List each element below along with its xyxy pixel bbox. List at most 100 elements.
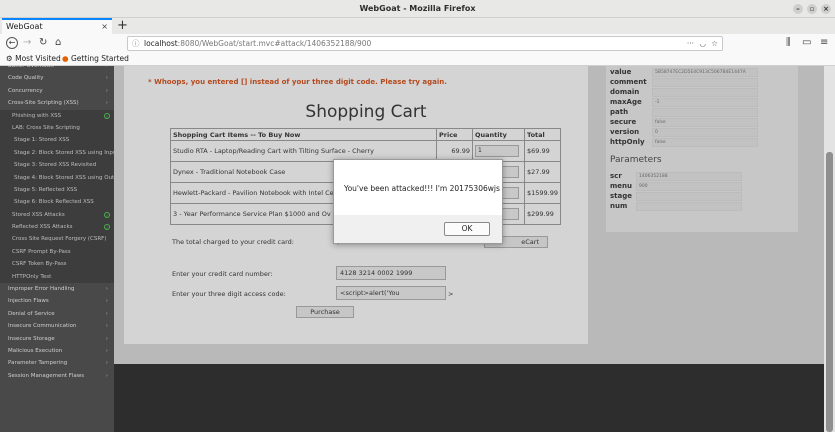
sidebar-item[interactable]: Reflected XSS Attacks ✓ (0, 221, 114, 234)
cookie-value (652, 88, 758, 97)
url-host: localhost (144, 39, 178, 48)
page-scrollbar[interactable] (824, 66, 835, 432)
sidebar-item[interactable]: CSRF Prompt By-Pass (0, 245, 114, 259)
address-bar[interactable]: ⓘ localhost:8080/WebGoat/start.mvc#attac… (127, 36, 723, 51)
item-total: $1599.99 (523, 182, 562, 204)
maximize-icon[interactable]: ▫ (807, 4, 817, 14)
scrollbar-thumb[interactable] (826, 152, 833, 432)
sidebar-item[interactable]: Improper Error Handling › (0, 283, 114, 295)
error-message: * Whoops, you entered [] instead of your… (148, 78, 447, 86)
new-tab-icon[interactable]: + (117, 18, 128, 33)
reload-icon[interactable]: ↻ (39, 37, 47, 49)
lesson-sidebar: Buffer Overflows › Code Quality › Concurrenc… (0, 66, 114, 432)
access-code-label: Enter your three digit access code: (172, 290, 286, 298)
param-key: num (610, 202, 628, 210)
home-icon[interactable]: ⌂ (55, 37, 61, 49)
ok-button[interactable]: OK (444, 222, 490, 236)
minimize-icon[interactable]: – (793, 4, 803, 14)
quantity-input[interactable]: 1 (475, 145, 519, 157)
sidebar-item[interactable]: Phishing with XSS ✓ (0, 109, 114, 122)
sidebar-item-label: Stage 2: Block Stored XSS using Input Va… (14, 149, 114, 156)
alert-footer: OK (334, 215, 502, 243)
sidebar-item[interactable]: Stage 1: Stored XSS (0, 134, 114, 147)
check-icon: ✓ (104, 211, 110, 218)
sidebar-item[interactable]: Injection Flaws › (0, 295, 114, 307)
sidebar-item[interactable]: Insecure Communication › (0, 320, 114, 332)
sidebar-item[interactable]: Code Quality › (0, 72, 114, 84)
sidebar-item[interactable]: Concurrency › (0, 85, 114, 97)
alert-message: You've been attacked!!! I'm 20175306wjs (344, 184, 500, 193)
check-icon: ✓ (104, 224, 110, 231)
cookie-value: false (652, 138, 758, 147)
sidebar-item-label: Stage 4: Block Stored XSS using Output E… (14, 174, 114, 181)
page-footer-area (114, 364, 824, 432)
cookie-value: -1 (652, 98, 758, 107)
cookie-value: 0 (652, 128, 758, 137)
sidebar-toggle-icon[interactable]: ▭ (802, 37, 811, 49)
sidebar-item-label: Stored XSS Attacks (12, 211, 65, 218)
sidebar-item[interactable]: Stage 6: Block Reflected XSS (0, 196, 114, 209)
bookmark-star-icon[interactable]: ☆ (711, 37, 718, 50)
sidebar-item[interactable]: Stage 4: Block Stored XSS using Output E… (0, 171, 114, 184)
sidebar-item[interactable]: Stored XSS Attacks ✓ (0, 208, 114, 222)
sidebar-item-label: Stage 3: Stored XSS Revisited (14, 162, 97, 169)
window-title-bar: WebGoat - Mozilla Firefox – ▫ × (0, 0, 835, 18)
menu-icon[interactable]: ≡ (820, 37, 828, 49)
sidebar-item-label: Phishing with XSS (12, 112, 62, 119)
sidebar-item-label: CSRF Token By-Pass (12, 261, 67, 268)
navigation-bar: ← → ↻ ⌂ ⓘ localhost:8080/WebGoat/start.m… (0, 34, 835, 52)
chevron-right-icon: › (105, 310, 108, 317)
sidebar-item-label: Denial of Service (8, 310, 55, 317)
back-icon[interactable]: ← (6, 37, 18, 49)
sidebar-item-label: Buffer Overflows (8, 66, 54, 69)
access-code-input[interactable]: <script>alert('You (336, 286, 446, 300)
page-title: Shopping Cart (305, 102, 427, 122)
param-value (636, 202, 742, 211)
sidebar-item-label: Injection Flaws (8, 298, 49, 305)
info-icon[interactable]: ⓘ (132, 37, 140, 50)
sidebar-item[interactable]: Parameter Tampering › (0, 357, 114, 369)
sidebar-item[interactable]: Stage 2: Block Stored XSS using Input Va… (0, 146, 114, 160)
close-tab-icon[interactable]: × (101, 20, 108, 33)
sidebar-item-label: HTTPOnly Test (12, 273, 52, 280)
sidebar-item[interactable]: Stage 5: Reflected XSS (0, 183, 114, 197)
sidebar-item[interactable]: Malicious Execution › (0, 345, 114, 357)
sidebar-item[interactable]: Cross-Site Scripting (XSS) › (0, 97, 114, 109)
bookmark-getting-started[interactable]: ● Getting Started (62, 52, 129, 66)
cookie-value (652, 78, 758, 87)
sidebar-item-label: Insecure Storage (8, 335, 55, 342)
cookie-key: httpOnly (610, 138, 645, 146)
tab-label: WebGoat (6, 22, 43, 31)
close-window-icon[interactable]: × (821, 4, 831, 14)
firefox-icon: ● (62, 54, 69, 63)
sidebar-item[interactable]: Cross Site Request Forgery (CSRF) (0, 233, 114, 246)
header-total: Total (523, 128, 562, 141)
cookie-value (652, 108, 758, 117)
sidebar-item[interactable]: Session Management Flaws › (0, 370, 114, 382)
sidebar-item-label: Stage 1: Stored XSS (14, 137, 70, 144)
sidebar-item[interactable]: LAB: Cross Site Scripting (0, 121, 114, 135)
sidebar-item-label: Session Management Flaws (8, 372, 85, 379)
item-total: $69.99 (523, 140, 562, 162)
parameters-title: Parameters (610, 155, 662, 165)
purchase-button[interactable]: Purchase (296, 306, 354, 318)
cookie-key: domain (610, 88, 640, 96)
sidebar-item[interactable]: HTTPOnly Test (0, 270, 114, 284)
sidebar-item[interactable]: Stage 3: Stored XSS Revisited (0, 159, 114, 172)
sidebar-item[interactable]: Insecure Storage › (0, 333, 114, 345)
bookmark-most-visited[interactable]: ⚙ Most Visited (6, 52, 61, 66)
sidebar-item[interactable]: CSRF Token By-Pass (0, 258, 114, 271)
card-number-input[interactable]: 4128 3214 0002 1999 (336, 266, 446, 280)
library-icon[interactable]: ⫼ (786, 37, 791, 49)
tab-webgoat[interactable]: WebGoat × (2, 18, 112, 34)
page-actions-icon[interactable]: ··· (687, 37, 694, 50)
cookie-key: value (610, 68, 632, 76)
pocket-icon[interactable]: ◡ (699, 37, 706, 50)
sidebar-item[interactable]: Denial of Service › (0, 308, 114, 320)
chevron-right-icon: › (105, 372, 108, 379)
access-code-suffix: > (448, 290, 454, 298)
sidebar-item-label: Insecure Communication (8, 323, 77, 330)
sidebar-item-label: Code Quality (8, 75, 44, 82)
item-total: $27.99 (523, 161, 562, 183)
forward-icon[interactable]: → (23, 37, 31, 49)
